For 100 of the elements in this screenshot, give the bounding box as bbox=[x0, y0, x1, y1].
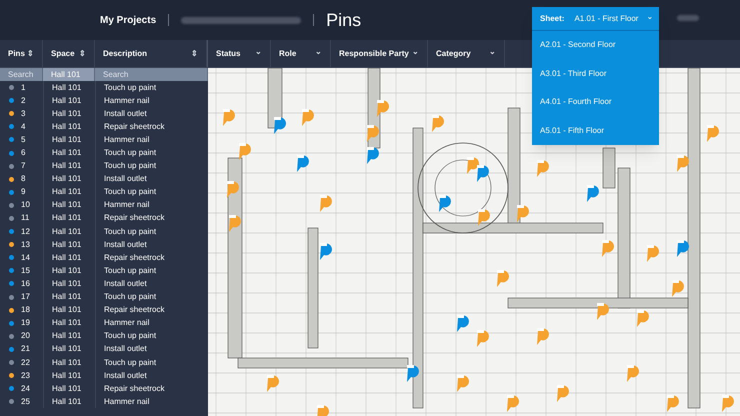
map-pin-icon[interactable] bbox=[227, 181, 239, 198]
table-cell: Hall 101 bbox=[43, 172, 95, 186]
map-pin-icon[interactable] bbox=[407, 365, 419, 382]
map-pin-icon[interactable] bbox=[667, 395, 679, 412]
sheet-dropdown[interactable]: A1.01 - First Floor ⌄ bbox=[574, 12, 654, 24]
map-pin-icon[interactable] bbox=[537, 328, 549, 345]
search-field[interactable]: Search bbox=[0, 68, 43, 81]
table-cell: Hall 101 bbox=[43, 330, 95, 343]
pin-number: 15 bbox=[21, 264, 30, 277]
map-pin-icon[interactable] bbox=[517, 205, 529, 222]
caret-icon: ⌄ bbox=[255, 46, 262, 58]
caret-icon: ⌄ bbox=[412, 46, 419, 58]
wall bbox=[602, 148, 616, 188]
map-pin-icon[interactable] bbox=[477, 330, 489, 347]
sheet-option[interactable]: A5.01 - Fifth Floor bbox=[532, 116, 659, 145]
map-pin-icon[interactable] bbox=[367, 147, 379, 164]
pin-number: 9 bbox=[21, 186, 26, 198]
filter-dropdown[interactable]: Category ⌄ bbox=[428, 40, 505, 67]
caret-icon: ⌄ bbox=[489, 46, 496, 58]
filter-dropdown[interactable]: Status ⌄ bbox=[208, 40, 271, 67]
map-pin-icon[interactable] bbox=[597, 303, 609, 320]
map-pin-icon[interactable] bbox=[677, 240, 689, 257]
filter-dropdown[interactable]: Responsible Party ⌄ bbox=[331, 40, 428, 67]
map-pin-icon[interactable] bbox=[432, 115, 444, 132]
caret-icon: ⌄ bbox=[646, 10, 654, 22]
table-cell: Hall 101 bbox=[43, 160, 95, 173]
map-pin-icon[interactable] bbox=[477, 165, 489, 182]
sheet-option[interactable]: A2.01 - Second Floor bbox=[532, 31, 659, 60]
map-pin-icon[interactable] bbox=[457, 375, 469, 392]
map-pin-icon[interactable] bbox=[677, 155, 689, 172]
pin-number: 3 bbox=[21, 108, 26, 120]
map-pin-icon[interactable] bbox=[229, 215, 241, 232]
map-pin-icon[interactable] bbox=[722, 395, 734, 412]
table-cell: Hall 101 bbox=[43, 186, 95, 199]
table-cell: Hall 101 bbox=[43, 225, 95, 238]
pin-number: 4 bbox=[21, 120, 26, 133]
table-cell: Hall 101 bbox=[43, 264, 95, 278]
table-cell: Hall 101 bbox=[43, 81, 95, 94]
table-cell: Hall 101 bbox=[43, 94, 95, 108]
table-cell: Hall 101 bbox=[43, 120, 95, 134]
map-pin-icon[interactable] bbox=[672, 280, 684, 297]
map-pin-icon[interactable] bbox=[647, 245, 659, 262]
sheet-label: Sheet: bbox=[540, 12, 564, 24]
map-pin-icon[interactable] bbox=[587, 185, 599, 202]
map-pin-icon[interactable] bbox=[274, 117, 286, 134]
pin-number: 18 bbox=[21, 304, 30, 316]
map-pin-icon[interactable] bbox=[537, 160, 549, 177]
table-cell: Hall 101 bbox=[43, 316, 95, 330]
map-pin-icon[interactable] bbox=[223, 109, 235, 126]
sort-icon[interactable]: ⇕ bbox=[27, 48, 34, 60]
map-pin-icon[interactable] bbox=[557, 385, 569, 402]
pin-number: 13 bbox=[21, 238, 30, 251]
caret-icon: ⌄ bbox=[315, 46, 322, 58]
sort-icon[interactable]: ⇕ bbox=[191, 48, 198, 60]
map-pin-icon[interactable] bbox=[637, 310, 649, 327]
pin-number: 7 bbox=[21, 160, 26, 172]
map-pin-icon[interactable] bbox=[320, 195, 332, 212]
column-header[interactable]: Space ⇕ bbox=[43, 40, 95, 67]
sheet-option[interactable]: A4.01 - Fourth Floor bbox=[532, 88, 659, 116]
filter-dropdown[interactable]: Role ⌄ bbox=[271, 40, 331, 67]
map-pin-icon[interactable] bbox=[707, 125, 719, 142]
table-cell: Hall 101 bbox=[43, 356, 95, 370]
search-field[interactable]: Search bbox=[95, 68, 208, 81]
map-pin-icon[interactable] bbox=[602, 240, 614, 257]
breadcrumb-link[interactable]: My Projects bbox=[100, 12, 156, 28]
pin-number: 16 bbox=[21, 278, 30, 290]
table-cell: Hall 101 bbox=[43, 107, 95, 120]
sheet-option[interactable]: A3.01 - Third Floor bbox=[532, 60, 659, 88]
column-header[interactable]: Pins ⇕ bbox=[0, 40, 43, 67]
table-cell: Hall 101 bbox=[43, 395, 95, 408]
pin-number: 23 bbox=[21, 370, 30, 382]
map-pin-icon[interactable] bbox=[457, 315, 469, 332]
pin-number: 22 bbox=[21, 356, 30, 369]
map-pin-icon[interactable] bbox=[377, 100, 389, 117]
pin-number: 12 bbox=[21, 226, 30, 238]
map-pin-icon[interactable] bbox=[267, 375, 279, 392]
column-header[interactable]: Description ⇕ bbox=[95, 40, 207, 67]
map-pin-icon[interactable] bbox=[302, 109, 314, 126]
map-pin-icon[interactable] bbox=[439, 195, 451, 212]
pin-number: 10 bbox=[21, 199, 30, 212]
pin-number: 1 bbox=[21, 82, 26, 94]
map-pin-icon[interactable] bbox=[478, 209, 490, 226]
pin-number: 19 bbox=[21, 317, 30, 330]
map-pin-icon[interactable] bbox=[507, 395, 519, 412]
map-pin-icon[interactable] bbox=[320, 243, 332, 260]
map-pin-icon[interactable] bbox=[367, 125, 379, 142]
map-pin-icon[interactable] bbox=[317, 405, 329, 416]
pin-number: 24 bbox=[21, 382, 30, 395]
map-pin-icon[interactable] bbox=[467, 157, 479, 174]
map-pin-icon[interactable] bbox=[239, 143, 251, 160]
table-cell: Hall 101 bbox=[43, 290, 95, 304]
table-cell: Hall 101 bbox=[43, 133, 95, 146]
map-pin-icon[interactable] bbox=[497, 270, 509, 287]
map-pin-icon[interactable] bbox=[627, 365, 639, 382]
pin-number: 25 bbox=[21, 396, 30, 408]
table-cell: Hall 101 bbox=[43, 212, 95, 226]
sort-icon[interactable]: ⇕ bbox=[79, 48, 86, 60]
table-cell: Hall 101 bbox=[43, 198, 95, 212]
map-pin-icon[interactable] bbox=[297, 155, 309, 172]
pin-number: 5 bbox=[21, 134, 26, 146]
